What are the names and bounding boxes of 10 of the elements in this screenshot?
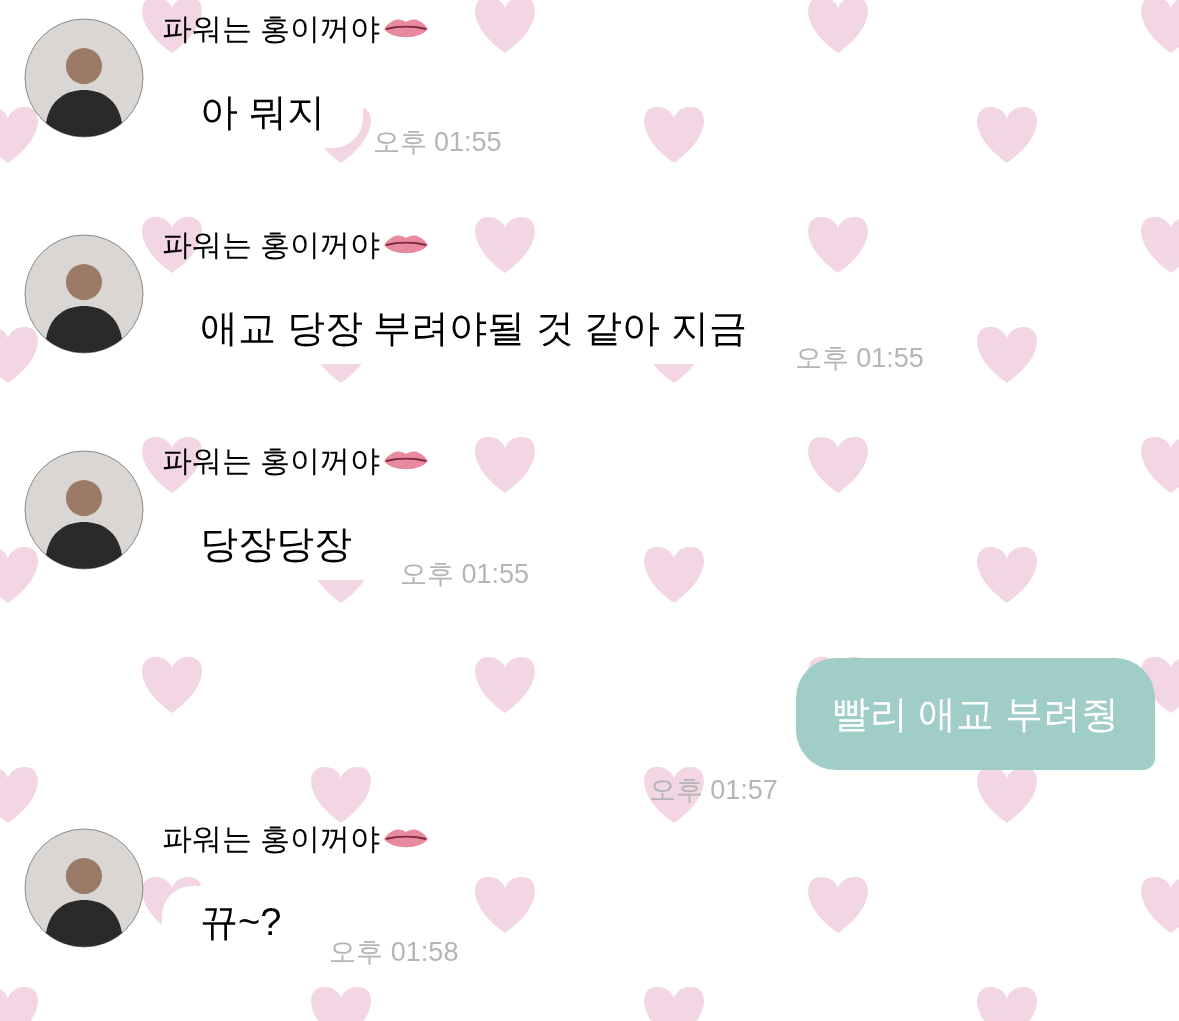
message-time: 오후 01:55 — [372, 125, 502, 159]
sender-name: 파워는 홍이꺼야 — [162, 11, 381, 47]
message-time: 오후 01:57 — [648, 773, 778, 807]
message-time: 오후 01:55 — [400, 557, 530, 591]
sender-name: 파워는 홍이꺼야 — [162, 443, 381, 479]
message-time: 오후 01:55 — [794, 341, 924, 375]
sender-name: 파워는 홍이꺼야 — [162, 821, 381, 857]
sender-name: 파워는 홍이꺼야 — [162, 227, 381, 263]
message-time: 오후 01:58 — [329, 935, 459, 969]
message-bubble: 빨리 애교 부려줭 — [795, 658, 1155, 770]
